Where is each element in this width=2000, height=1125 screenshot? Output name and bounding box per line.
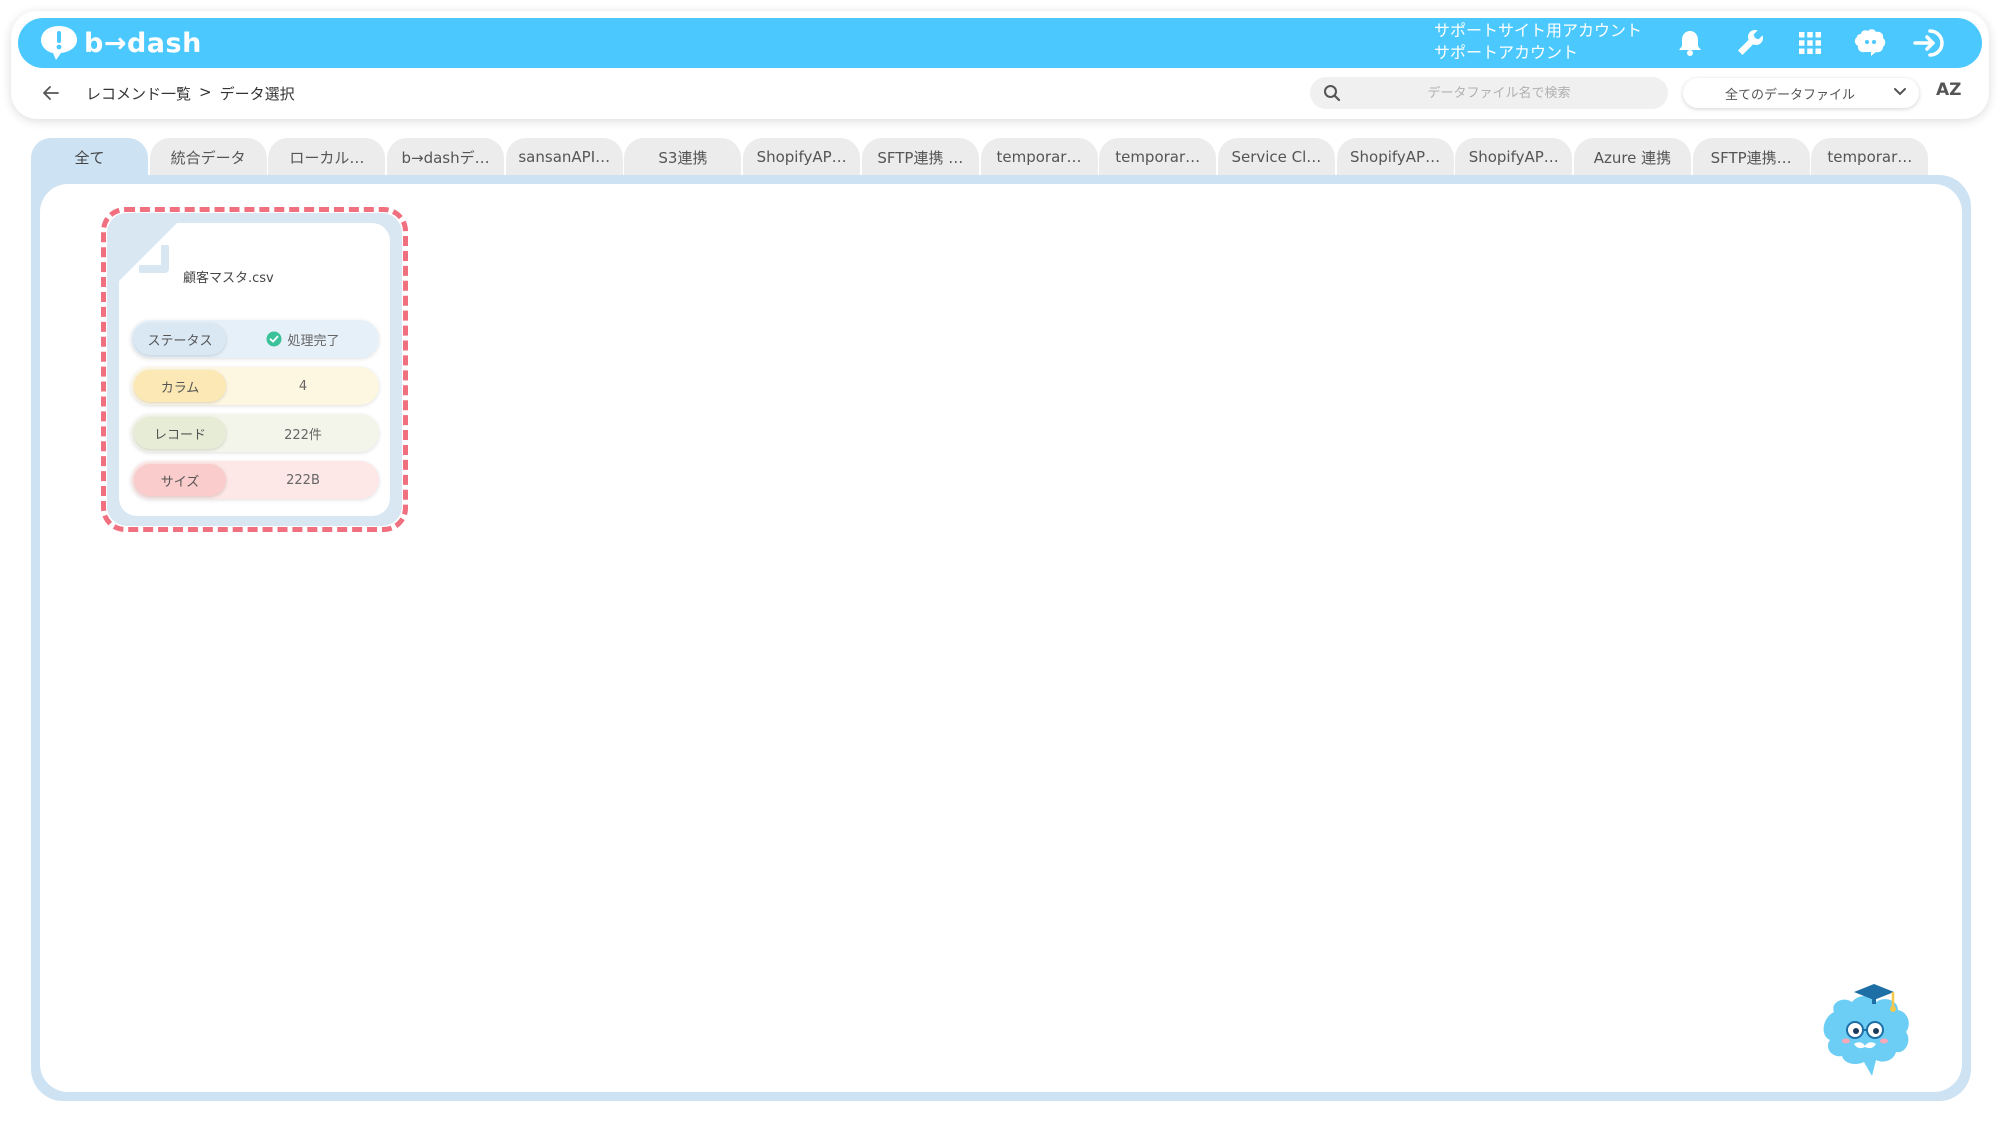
chevron-down-icon [1893,86,1907,101]
tab-shopify-3[interactable]: ShopifyAP… [1455,138,1573,176]
logo-text: b→dash [84,27,202,59]
bell-icon[interactable] [1670,23,1710,63]
filter-selected-label: 全てのデータファイル [1725,87,1856,103]
file-card[interactable]: 顧客マスタ.csv ステータス 処理完了 カラム 4 レコード 222件 サイズ… [107,213,402,526]
column-row: カラム 4 [131,367,379,405]
tab-sftp-2[interactable]: SFTP連携… [1692,138,1810,176]
column-value: 4 [298,378,308,394]
tab-local[interactable]: ローカル… [268,138,386,176]
brain-icon[interactable] [1850,23,1890,63]
breadcrumb-recommend-list[interactable]: レコメンド一覧 [86,83,191,104]
logo[interactable]: b→dash [38,24,202,62]
size-label: サイズ [134,464,226,496]
tab-integrated-data[interactable]: 統合データ [149,138,267,176]
wrench-icon[interactable] [1730,23,1770,63]
size-value: 222B [286,472,320,488]
tab-temporary-3[interactable]: temporar… [1811,138,1929,176]
account-line-2: サポートアカウント [1434,43,1579,62]
status-text: 処理完了 [287,333,340,349]
mascot-assistant-icon[interactable] [1810,978,1922,1094]
breadcrumb: レコメンド一覧 > データ選択 [86,83,295,104]
tab-s3[interactable]: S3連携 [624,138,742,176]
size-row: サイズ 222B [131,461,379,499]
tab-sansan-api[interactable]: sansanAPI… [505,138,623,176]
account-line-1: サポートサイト用アカウント [1434,21,1643,40]
tab-sftp-1[interactable]: SFTP連携 … [861,138,979,176]
file-card-body: 顧客マスタ.csv ステータス 処理完了 カラム 4 レコード 222件 サイズ… [119,223,390,516]
top-bar: b→dash サポートサイト用アカウント サポートアカウント [18,18,1982,68]
sign-in-icon[interactable] [1910,23,1950,63]
tab-shopify-2[interactable]: ShopifyAP… [1336,138,1454,176]
tab-service-cloud[interactable]: Service Cl… [1217,138,1335,176]
column-label: カラム [134,370,226,402]
tab-azure[interactable]: Azure 連携 [1573,138,1691,176]
check-circle-icon [266,331,282,347]
data-file-filter-select[interactable]: 全てのデータファイル [1683,78,1919,108]
status-label: ステータス [134,323,226,355]
file-name: 顧客マスタ.csv [183,271,274,286]
breadcrumb-separator: > [199,83,212,101]
record-row: レコード 222件 [131,414,379,452]
breadcrumb-data-select: データ選択 [219,85,295,103]
record-label: レコード [134,417,226,449]
status-value: 処理完了 [231,320,375,358]
file-fold-icon [139,245,169,273]
tab-bdash-data[interactable]: b→dashデ… [387,138,505,176]
record-value: 222件 [284,427,322,443]
tab-all[interactable]: 全て [31,138,148,176]
account-info: サポートサイト用アカウント サポートアカウント [1434,20,1642,64]
tab-temporary-1[interactable]: temporar… [980,138,1098,176]
grid-icon[interactable] [1790,23,1830,63]
search-input[interactable] [1354,85,1644,101]
logo-icon [41,26,77,60]
search-box[interactable] [1310,77,1668,109]
data-source-tabs: 全て 統合データ ローカル… b→dashデ… sansanAPI… S3連携 … [31,138,1930,176]
sort-az-button[interactable]: AZ [1936,80,1961,100]
status-row: ステータス 処理完了 [131,320,379,358]
search-icon [1310,84,1354,102]
sub-bar: レコメンド一覧 > データ選択 全てのデータファイル AZ [18,72,1982,114]
back-arrow-icon[interactable] [38,80,64,106]
tab-shopify-1[interactable]: ShopifyAP… [743,138,861,176]
tab-temporary-2[interactable]: temporar… [1099,138,1217,176]
